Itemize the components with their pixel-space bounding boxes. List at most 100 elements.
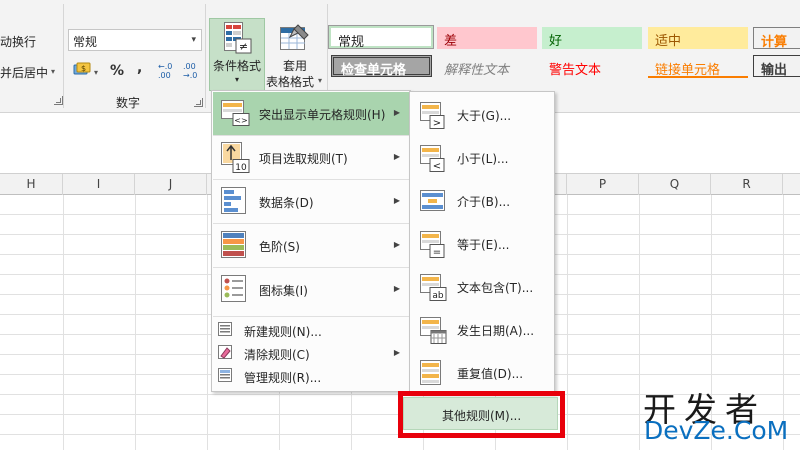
clear-rules-icon bbox=[218, 345, 232, 359]
conditional-formatting-label: 条件格式 bbox=[212, 59, 261, 73]
column-header-i[interactable]: I bbox=[63, 174, 135, 195]
format-table-icon bbox=[280, 24, 309, 50]
increase-decimal-button[interactable]: ←.0 .00 bbox=[158, 62, 180, 80]
calendar-icon bbox=[420, 317, 447, 344]
style-check-cell[interactable]: 检查单元格 bbox=[331, 55, 432, 78]
chevron-down-icon: ▾ bbox=[191, 35, 196, 45]
submenu-item-text-contains[interactable]: ab 文本包含(T)... bbox=[411, 265, 553, 308]
menu-item-manage-rules[interactable]: 管理规则(R)... bbox=[213, 365, 409, 387]
conditional-formatting-icon: ≠ bbox=[224, 22, 252, 54]
icon-symbol: = bbox=[433, 247, 441, 258]
chevron-right-icon: ▶ bbox=[393, 196, 400, 205]
menu-item-label: 清除规则(C) bbox=[244, 348, 310, 362]
submenu-item-equal-to[interactable]: = 等于(E)... bbox=[411, 222, 553, 265]
icon-sets-icon bbox=[221, 275, 246, 302]
style-bad[interactable]: 差 bbox=[437, 27, 537, 49]
chevron-right-icon: ▶ bbox=[393, 284, 400, 293]
decrease-decimal-button[interactable]: .00 →.0 bbox=[183, 62, 205, 80]
icon-symbol: < bbox=[433, 161, 441, 172]
format-table-label-line2: 表格格式 bbox=[266, 75, 315, 89]
conditional-formatting-menu: <> 突出显示单元格规则(H) ▶ 10 项目选取规则(T) ▶ 数据条(D) … bbox=[211, 90, 411, 392]
submenu-item-label: 大于(G)... bbox=[457, 109, 512, 123]
format-as-table-button[interactable]: 套用 表格格式 ▾ bbox=[266, 18, 326, 91]
column-header-j[interactable]: J bbox=[135, 174, 207, 195]
svg-text:<>: <> bbox=[234, 116, 247, 125]
submenu-item-between[interactable]: 介于(B)... bbox=[411, 179, 553, 222]
duplicate-values-icon bbox=[420, 360, 441, 385]
less-than-icon: < bbox=[420, 145, 445, 172]
menu-item-new-rule[interactable]: 新建规则(N)... bbox=[213, 319, 409, 341]
wrap-text-button[interactable]: 动换行 bbox=[0, 33, 36, 50]
chevron-right-icon: ▶ bbox=[393, 108, 400, 117]
submenu-item-label: 发生日期(A)... bbox=[457, 324, 535, 338]
group-divider bbox=[205, 4, 206, 108]
merge-center-button[interactable]: 并后居中 bbox=[0, 64, 48, 81]
highlight-cells-icon: <> bbox=[221, 100, 250, 126]
menu-item-label: 数据条(D) bbox=[259, 196, 314, 210]
menu-item-label: 色阶(S) bbox=[259, 240, 300, 254]
icon-symbol: ab bbox=[432, 291, 444, 301]
menu-item-color-scales[interactable]: 色阶(S) ▶ bbox=[213, 224, 409, 267]
conditional-formatting-button[interactable]: ≠ 条件格式 ▾ bbox=[209, 18, 265, 91]
color-scales-icon bbox=[221, 231, 246, 258]
menu-item-label: 突出显示单元格规则(H) bbox=[259, 108, 386, 122]
style-good[interactable]: 好 bbox=[542, 27, 642, 49]
group-divider bbox=[63, 4, 64, 108]
style-calculation[interactable]: 计算 bbox=[753, 27, 800, 50]
style-linked-cell[interactable]: 链接单元格 bbox=[648, 56, 748, 78]
number-format-select[interactable]: 常规 ▾ bbox=[68, 29, 202, 51]
menu-item-icon-sets[interactable]: 图标集(I) ▶ bbox=[213, 268, 409, 311]
number-launcher-icon[interactable] bbox=[194, 98, 203, 107]
currency-format-button[interactable]: $ bbox=[73, 62, 91, 78]
column-header-q[interactable]: Q bbox=[639, 174, 711, 195]
style-explanatory[interactable]: 解释性文本 bbox=[437, 56, 537, 78]
chevron-right-icon: ▶ bbox=[393, 348, 400, 357]
submenu-item-label: 介于(B)... bbox=[457, 195, 511, 209]
percent-button[interactable]: % bbox=[110, 63, 124, 79]
number-format-value: 常规 bbox=[73, 35, 98, 49]
column-header-r[interactable]: R bbox=[711, 174, 783, 195]
number-group-label: 数字 bbox=[116, 96, 141, 110]
red-highlight-box bbox=[398, 391, 565, 438]
chevron-down-icon: ▾ bbox=[234, 75, 239, 84]
currency-dropdown-arrow[interactable]: ▾ bbox=[94, 68, 98, 77]
currency-symbol: $ bbox=[81, 64, 86, 73]
submenu-item-date-occurring[interactable]: 发生日期(A)... bbox=[411, 308, 553, 351]
text-contains-icon: ab bbox=[420, 274, 447, 301]
currency-icon: $ bbox=[73, 62, 91, 75]
new-rule-icon bbox=[218, 322, 232, 336]
equal-to-icon: = bbox=[420, 231, 445, 258]
between-icon bbox=[420, 190, 445, 211]
menu-item-label: 项目选取规则(T) bbox=[259, 152, 348, 166]
column-header-h[interactable]: H bbox=[0, 174, 63, 195]
chevron-right-icon: ▶ bbox=[393, 152, 400, 161]
menu-item-clear-rules[interactable]: 清除规则(C) ▶ bbox=[213, 342, 409, 364]
format-table-label-line1: 套用 bbox=[283, 59, 308, 73]
submenu-item-label: 文本包含(T)... bbox=[457, 281, 534, 295]
svg-text:10: 10 bbox=[235, 163, 247, 173]
menu-item-label: 管理规则(R)... bbox=[244, 371, 322, 385]
style-warning[interactable]: 警告文本 bbox=[542, 56, 642, 78]
greater-than-icon: > bbox=[420, 102, 445, 129]
highlight-cells-submenu: > 大于(G)... < 小于(L)... 介于(B)... = 等于(E)..… bbox=[409, 91, 555, 394]
merge-dropdown-arrow[interactable]: ▾ bbox=[51, 67, 55, 76]
menu-item-highlight-cells-rules[interactable]: <> 突出显示单元格规则(H) ▶ bbox=[213, 92, 409, 135]
data-bars-icon bbox=[221, 187, 246, 214]
alignment-launcher-icon[interactable] bbox=[54, 96, 63, 105]
submenu-item-label: 重复值(D)... bbox=[457, 367, 524, 381]
style-output[interactable]: 输出 bbox=[753, 55, 800, 78]
menu-item-data-bars[interactable]: 数据条(D) ▶ bbox=[213, 180, 409, 223]
style-neutral[interactable]: 适中 bbox=[648, 27, 748, 49]
style-normal[interactable]: 常规 bbox=[328, 25, 434, 50]
submenu-item-less-than[interactable]: < 小于(L)... bbox=[411, 136, 553, 179]
comma-button[interactable]: , bbox=[137, 60, 142, 76]
menu-item-label: 图标集(I) bbox=[259, 284, 308, 298]
column-header-p[interactable]: P bbox=[567, 174, 639, 195]
menu-separator bbox=[213, 316, 409, 317]
submenu-item-greater-than[interactable]: > 大于(G)... bbox=[411, 93, 553, 136]
submenu-item-label: 小于(L)... bbox=[457, 152, 509, 166]
submenu-item-duplicate-values[interactable]: 重复值(D)... bbox=[411, 351, 553, 394]
icon-symbol: > bbox=[433, 118, 441, 129]
menu-item-top-bottom-rules[interactable]: 10 项目选取规则(T) ▶ bbox=[213, 136, 409, 179]
chevron-down-icon: ▾ bbox=[318, 76, 323, 85]
